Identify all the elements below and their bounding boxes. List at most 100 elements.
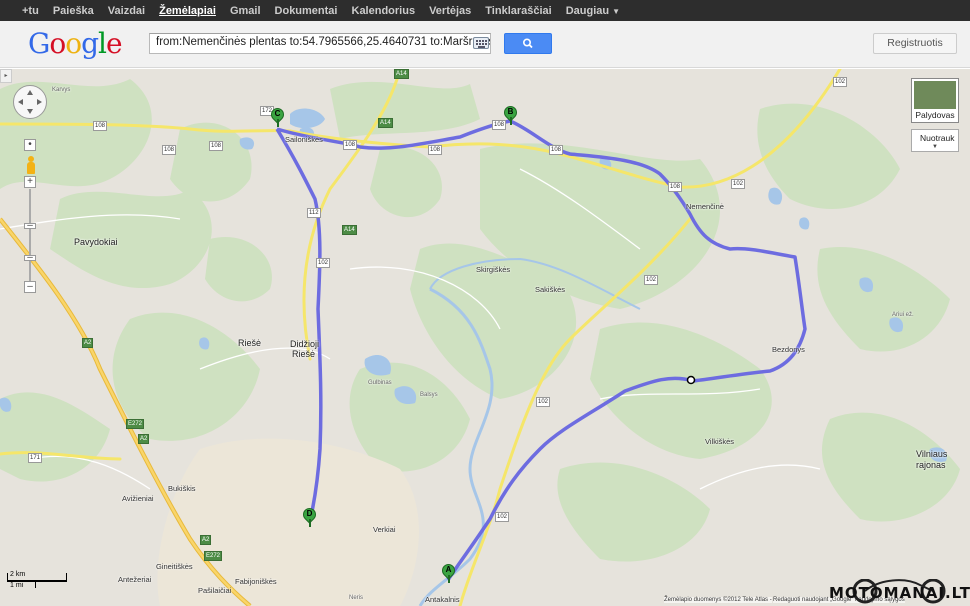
directions-search-input[interactable]: from:Nemenčinės plentas to:54.7965566,25…	[149, 33, 491, 54]
marker-letter: D	[306, 509, 313, 518]
scale-tick	[7, 573, 8, 581]
road-label: E272	[126, 419, 145, 429]
google-logo[interactable]: Google	[28, 27, 123, 60]
marker-tail	[309, 519, 311, 527]
pan-arrows-icon	[18, 90, 42, 114]
route-marker-b[interactable]: B	[501, 103, 520, 126]
map-scale: 2 km 1 mi	[7, 571, 69, 591]
road-label: 108	[162, 145, 177, 155]
nav-images[interactable]: Vaizdai	[108, 5, 145, 17]
place-label: Riešė	[292, 349, 316, 359]
place-label: Ariui ež.	[892, 312, 914, 318]
marker-tail	[277, 119, 279, 127]
road-label: 108	[428, 145, 443, 155]
road-label: A2	[82, 338, 94, 348]
keyboard-icon[interactable]	[473, 37, 489, 49]
chevron-down-icon: ▼	[932, 144, 938, 150]
place-label: Sailoniškės	[285, 135, 323, 144]
road-label: 102	[644, 275, 659, 285]
road-label: 108	[668, 182, 683, 192]
route-marker-d[interactable]: D	[300, 505, 319, 528]
road-label: A14	[378, 118, 393, 128]
nav-gmail[interactable]: Gmail	[230, 5, 261, 17]
place-label: Bukiškis	[168, 484, 196, 493]
scale-km-label: 2 km	[10, 571, 26, 578]
road-label: 108	[209, 141, 224, 151]
place-label: Pavydokiai	[74, 237, 118, 247]
satellite-thumbnail	[914, 81, 956, 109]
expand-panel-icon[interactable]: ▸	[0, 69, 12, 83]
nav-documents[interactable]: Dokumentai	[275, 5, 338, 17]
road-label: E272	[204, 551, 223, 561]
street-view-pegman-icon[interactable]	[27, 156, 35, 174]
road-label: 102	[833, 77, 848, 87]
place-label: Pašilaičiai	[198, 586, 232, 595]
place-label: Antakalnis	[425, 595, 460, 604]
road-label: 108	[549, 145, 564, 155]
nav-maps[interactable]: Žemėlapiai	[159, 5, 216, 17]
road-label: 171	[28, 453, 43, 463]
zoom-slider-track[interactable]	[29, 189, 31, 281]
place-label: Neris	[349, 595, 364, 601]
marker-letter: B	[507, 107, 514, 116]
satellite-label: Palydovas	[915, 110, 955, 120]
nav-search[interactable]: Paieška	[53, 5, 94, 17]
google-top-bar: +tu Paieška Vaizdai Žemėlapiai Gmail Dok…	[0, 0, 970, 21]
zoom-out-button[interactable]: –	[24, 281, 36, 293]
nav-more[interactable]: Daugiau ▼	[566, 5, 620, 17]
road-label: 102	[316, 258, 331, 268]
copyright-text: Žemėlapio duomenys ©2012 Tele Atlas -	[664, 597, 772, 603]
nav-plus-you[interactable]: +tu	[22, 5, 39, 17]
place-label: Antežeriai	[118, 575, 152, 584]
road-label: 102	[731, 179, 746, 189]
place-label: Nemenčinė	[686, 202, 724, 211]
pan-control[interactable]	[13, 85, 47, 119]
map-canvas[interactable]: Pavydokiai Sailoniškės Skirgiškės Sakišk…	[0, 69, 970, 606]
place-label: Vilniaus	[916, 449, 948, 459]
marker-tail	[448, 575, 450, 583]
search-header: Google from:Nemenčinės plentas to:54.796…	[0, 21, 970, 68]
road-label: 108	[343, 140, 358, 150]
place-label: Karvys	[52, 87, 71, 93]
place-label: Skirgiškės	[476, 265, 511, 274]
place-label: rajonas	[916, 460, 946, 470]
nav-blogs[interactable]: Tinklaraščiai	[485, 5, 551, 17]
caret-down-icon: ▼	[612, 6, 621, 16]
road-label: 102	[495, 512, 510, 522]
watermark-text: MOTOMANAI.LT	[829, 584, 970, 602]
place-label: Didžioji	[290, 339, 320, 349]
scale-tick	[35, 581, 36, 588]
magnifier-icon	[522, 38, 533, 49]
map-base-layer	[0, 69, 960, 606]
marker-letter: C	[274, 109, 281, 118]
road-label: A2	[138, 434, 150, 444]
place-label: Gineitiškės	[156, 562, 193, 571]
scale-mi-label: 1 mi	[10, 582, 24, 589]
place-label: Verkiai	[373, 525, 396, 534]
place-label: Vilkiškės	[705, 437, 735, 446]
road-label: 108	[93, 121, 108, 131]
route-marker-c[interactable]: C	[268, 105, 287, 128]
zoom-slider-notch[interactable]: –	[24, 221, 36, 231]
zoom-dot-button[interactable]: •	[24, 139, 36, 151]
photos-layer-button[interactable]: Nuotrauk ▼	[911, 129, 959, 152]
marker-tail	[510, 117, 512, 125]
nav-translate[interactable]: Vertėjas	[429, 5, 471, 17]
road-label: A14	[394, 69, 409, 79]
nav-calendar[interactable]: Kalendorius	[352, 5, 416, 17]
place-label: Gulbinas	[368, 380, 392, 386]
place-label: Balsys	[420, 392, 438, 398]
place-label: Fabijoniškės	[235, 577, 277, 586]
road-label: 112	[307, 208, 321, 218]
nav-more-label: Daugiau	[565, 4, 610, 17]
search-button[interactable]	[504, 33, 552, 54]
satellite-view-button[interactable]: Palydovas	[911, 78, 959, 123]
photos-label: Nuotrauk	[920, 133, 955, 143]
zoom-slider-handle[interactable]: –	[24, 253, 36, 263]
register-button[interactable]: Registruotis	[873, 33, 957, 54]
pegman-body	[27, 162, 35, 174]
route-marker-a[interactable]: A	[439, 561, 458, 584]
road-label: 102	[536, 397, 551, 407]
zoom-in-button[interactable]: +	[24, 176, 36, 188]
place-label: Avižieniai	[122, 494, 154, 503]
